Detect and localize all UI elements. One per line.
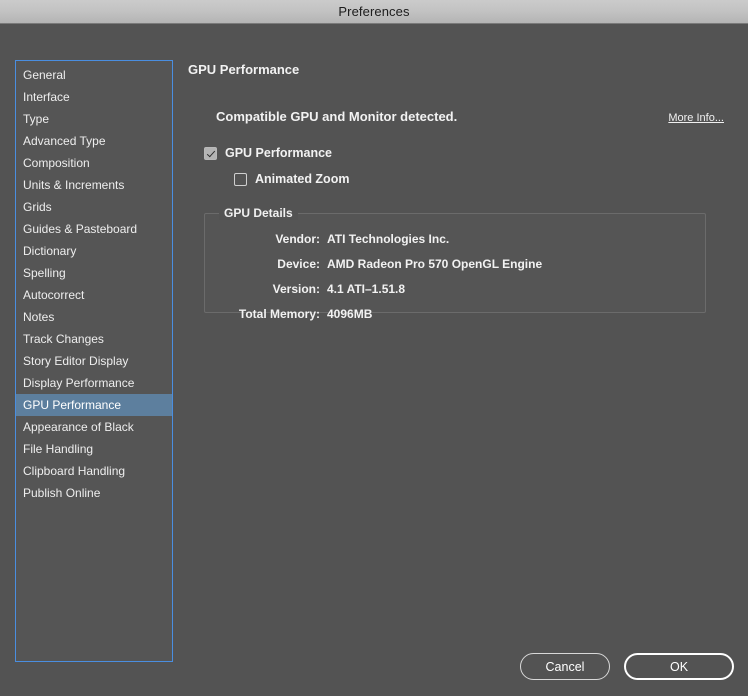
gpu-detail-value: 4096MB (327, 307, 373, 321)
sidebar-item-dictionary[interactable]: Dictionary (16, 240, 172, 262)
sidebar-item-story-editor-display[interactable]: Story Editor Display (16, 350, 172, 372)
sidebar-item-general[interactable]: General (16, 64, 172, 86)
sidebar-item-gpu-performance[interactable]: GPU Performance (16, 394, 172, 416)
sidebar-item-publish-online[interactable]: Publish Online (16, 482, 172, 504)
preferences-panel: GPU Performance Compatible GPU and Monit… (188, 60, 734, 682)
sidebar-item-interface[interactable]: Interface (16, 86, 172, 108)
sidebar-item-units-increments[interactable]: Units & Increments (16, 174, 172, 196)
gpu-detail-label: Total Memory: (238, 307, 320, 321)
gpu-performance-checkbox[interactable] (204, 146, 217, 160)
gpu-detail-label: Device: (277, 257, 320, 271)
gpu-performance-checkbox-label: GPU Performance (225, 146, 332, 160)
sidebar-item-notes[interactable]: Notes (16, 306, 172, 328)
page-title: GPU Performance (188, 62, 300, 77)
gpu-detail-value: 4.1 ATI–1.51.8 (327, 282, 406, 296)
sidebar-item-track-changes[interactable]: Track Changes (16, 328, 172, 350)
window-title: Preferences (338, 4, 410, 19)
gpu-status-row: Compatible GPU and Monitor detected. Mor… (188, 109, 734, 124)
gpu-detail-row: Vendor: ATI Technologies Inc. (205, 232, 705, 246)
sidebar-item-advanced-type[interactable]: Advanced Type (16, 130, 172, 152)
sidebar-item-autocorrect[interactable]: Autocorrect (16, 284, 172, 306)
cancel-button[interactable]: Cancel (520, 653, 610, 680)
gpu-details-rows: Vendor: ATI Technologies Inc. Device: AMD R… (205, 232, 705, 321)
gpu-detail-value: ATI Technologies Inc. (327, 232, 450, 246)
preferences-category-list[interactable]: General Interface Type Advanced Type Composi… (15, 60, 173, 662)
gpu-detail-row: Total Memory: 4096MB (205, 307, 705, 321)
sidebar-item-grids[interactable]: Grids (16, 196, 172, 218)
preferences-dialog: General Interface Type Advanced Type Composi… (0, 24, 748, 696)
animated-zoom-checkbox-row[interactable]: Animated Zoom (188, 172, 734, 186)
ok-button[interactable]: OK (624, 653, 734, 680)
sidebar-item-appearance-of-black[interactable]: Appearance of Black (16, 416, 172, 438)
gpu-details-legend: GPU Details (219, 206, 298, 220)
sidebar-item-type[interactable]: Type (16, 108, 172, 130)
sidebar-item-clipboard-handling[interactable]: Clipboard Handling (16, 460, 172, 482)
more-info-link[interactable]: More Info... (668, 112, 724, 124)
gpu-details-group: GPU Details Vendor: ATI Technologies Inc.… (204, 206, 706, 321)
animated-zoom-checkbox-label: Animated Zoom (255, 172, 350, 186)
sidebar-item-display-performance[interactable]: Display Performance (16, 372, 172, 394)
sidebar-item-spelling[interactable]: Spelling (16, 262, 172, 284)
sidebar-item-file-handling[interactable]: File Handling (16, 438, 172, 460)
gpu-detail-value: AMD Radeon Pro 570 OpenGL Engine (327, 257, 543, 271)
dialog-footer: Cancel OK (520, 653, 734, 680)
window-titlebar: Preferences (0, 0, 748, 24)
gpu-performance-checkbox-row[interactable]: GPU Performance (188, 146, 734, 160)
gpu-detail-row: Version: 4.1 ATI–1.51.8 (205, 282, 705, 296)
gpu-detail-row: Device: AMD Radeon Pro 570 OpenGL Engine (205, 257, 705, 271)
sidebar-item-guides-pasteboard[interactable]: Guides & Pasteboard (16, 218, 172, 240)
animated-zoom-checkbox[interactable] (234, 172, 247, 186)
sidebar-item-composition[interactable]: Composition (16, 152, 172, 174)
gpu-detail-label: Version: (272, 282, 320, 296)
sidebar-list: General Interface Type Advanced Type Composi… (16, 61, 172, 504)
gpu-detail-label: Vendor: (275, 232, 320, 246)
gpu-status-text: Compatible GPU and Monitor detected. (216, 109, 458, 124)
